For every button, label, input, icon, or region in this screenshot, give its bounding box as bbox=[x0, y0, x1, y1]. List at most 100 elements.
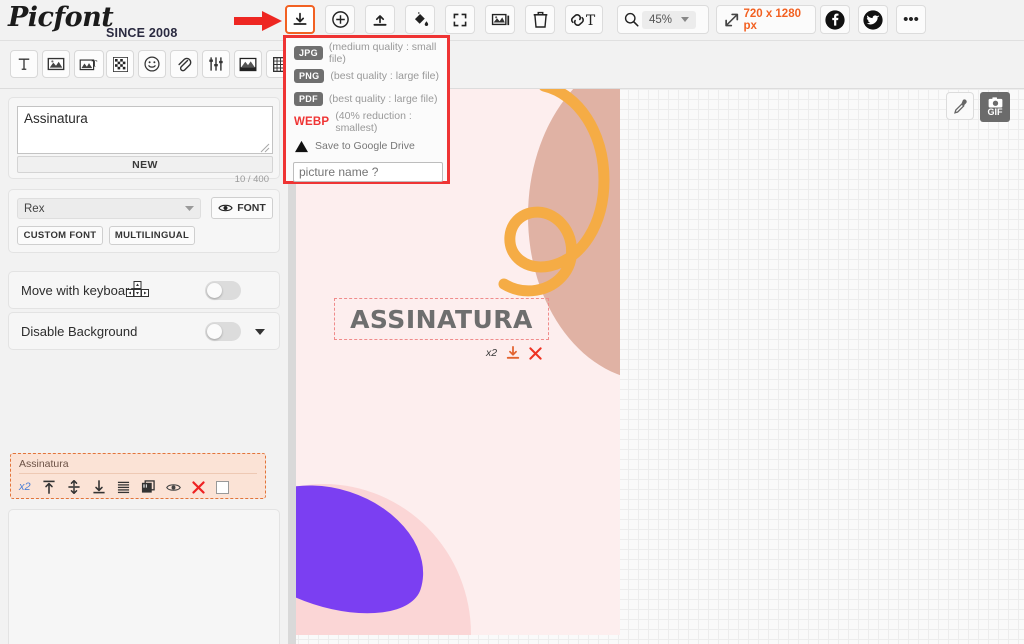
svg-text:T: T bbox=[586, 13, 596, 28]
multilingual-button[interactable]: MULTILINGUAL bbox=[109, 226, 195, 245]
jpg-badge: JPG bbox=[294, 46, 323, 60]
custom-font-button[interactable]: CUSTOM FONT bbox=[17, 226, 103, 245]
visibility-icon[interactable] bbox=[165, 482, 181, 493]
text-element-selection[interactable]: ASSINATURA bbox=[334, 298, 549, 340]
move-with-keyboard-toggle[interactable] bbox=[205, 281, 241, 300]
download-jpg-item[interactable]: JPG (medium quality : small file) bbox=[294, 41, 447, 65]
text-tool[interactable] bbox=[10, 50, 38, 78]
align-middle-icon[interactable] bbox=[67, 480, 81, 494]
download-button[interactable] bbox=[285, 5, 315, 34]
emoji-tool[interactable] bbox=[138, 50, 166, 78]
facebook-icon bbox=[825, 9, 845, 30]
layer-item[interactable]: Assinatura x2 bbox=[10, 453, 266, 499]
gif-capture-button[interactable]: GIF bbox=[980, 92, 1010, 122]
gif-label: GIF bbox=[987, 107, 1003, 117]
picfont-app: Picfont SINCE 2008 T 45% 720 x 1280 px •… bbox=[0, 0, 1024, 644]
align-top-icon[interactable] bbox=[42, 480, 56, 494]
download-webp-item[interactable]: WEBP (40% reduction : smallest) bbox=[294, 110, 447, 134]
link-text-button[interactable]: T bbox=[565, 5, 603, 34]
delete-button[interactable] bbox=[525, 5, 555, 34]
twitter-share-button[interactable] bbox=[858, 5, 888, 34]
font-button-label: FONT bbox=[237, 202, 266, 214]
download-icon bbox=[293, 12, 307, 25]
resize-icon bbox=[725, 13, 739, 26]
duplicate-icon[interactable] bbox=[141, 480, 155, 494]
save-to-google-drive-item[interactable]: Save to Google Drive bbox=[294, 138, 415, 154]
swirl-decoration bbox=[498, 89, 610, 297]
picture-name-input[interactable] bbox=[293, 162, 443, 182]
checkerboard-icon bbox=[112, 56, 128, 72]
arrow-keys-icon bbox=[126, 281, 149, 297]
chevron-down-icon[interactable] bbox=[255, 329, 265, 335]
editing-toolbar: T bbox=[0, 41, 1024, 122]
download-format-menu: JPG (medium quality : small file) PNG (b… bbox=[283, 35, 450, 184]
artwork-text: ASSINATURA bbox=[350, 304, 533, 334]
facebook-share-button[interactable] bbox=[820, 5, 850, 34]
element-download-icon[interactable] bbox=[506, 346, 520, 360]
image-text-icon: T bbox=[79, 58, 98, 71]
image-tool[interactable] bbox=[42, 50, 70, 78]
font-card: Rex FONT CUSTOM FONT MULTILINGUAL bbox=[8, 189, 280, 253]
image-icon bbox=[47, 57, 65, 71]
attach-tool[interactable] bbox=[170, 50, 198, 78]
image-text-tool[interactable]: T bbox=[74, 50, 104, 78]
png-description: (best quality : large file) bbox=[330, 70, 439, 82]
transparency-tool[interactable] bbox=[106, 50, 134, 78]
download-png-item[interactable]: PNG (best quality : large file) bbox=[294, 68, 439, 84]
layer-x2-label[interactable]: x2 bbox=[19, 481, 31, 493]
disable-background-row: Disable Background bbox=[8, 312, 280, 350]
disable-background-label: Disable Background bbox=[21, 324, 138, 339]
add-button[interactable] bbox=[325, 5, 355, 34]
plus-circle-icon bbox=[331, 11, 349, 28]
align-bottom-icon[interactable] bbox=[92, 480, 106, 494]
more-options-button[interactable]: ••• bbox=[896, 5, 926, 34]
layer-title: Assinatura bbox=[19, 458, 69, 470]
toggle-knob bbox=[207, 324, 222, 339]
google-drive-label: Save to Google Drive bbox=[315, 140, 415, 152]
element-x2-label[interactable]: x2 bbox=[486, 347, 497, 359]
filter-tool[interactable] bbox=[234, 50, 262, 78]
upload-button[interactable] bbox=[365, 5, 395, 34]
canvas-size-button[interactable]: 720 x 1280 px bbox=[716, 5, 816, 34]
text-icon bbox=[18, 58, 30, 70]
zoom-control[interactable]: 45% bbox=[617, 5, 709, 34]
jpg-description: (medium quality : small file) bbox=[328, 41, 437, 65]
text-input[interactable] bbox=[17, 106, 273, 154]
top-toolbar: Picfont SINCE 2008 T 45% 720 x 1280 px •… bbox=[0, 0, 1024, 41]
new-button[interactable]: NEW bbox=[17, 156, 273, 173]
fullscreen-button[interactable] bbox=[445, 5, 475, 34]
canvas-right-tools: GIF bbox=[946, 92, 1010, 122]
eyedropper-button[interactable] bbox=[946, 92, 974, 120]
image-button[interactable] bbox=[485, 5, 515, 34]
canvas-size-label: 720 x 1280 px bbox=[743, 7, 801, 32]
download-pdf-item[interactable]: PDF (best quality : large file) bbox=[294, 91, 437, 107]
adjust-tool[interactable] bbox=[202, 50, 230, 78]
image-stack-icon bbox=[491, 13, 509, 26]
upload-icon bbox=[373, 14, 387, 26]
font-select-value: Rex bbox=[24, 202, 45, 215]
layer-divider bbox=[19, 473, 257, 474]
eyedropper-icon bbox=[953, 98, 967, 114]
pointer-arrow-icon bbox=[234, 11, 282, 31]
fill-button[interactable] bbox=[405, 5, 435, 34]
app-tagline: SINCE 2008 bbox=[106, 26, 178, 40]
disable-background-toggle[interactable] bbox=[205, 322, 241, 341]
paperclip-icon bbox=[178, 57, 192, 72]
move-with-keyboard-row: Move with keyboard bbox=[8, 271, 280, 309]
align-justify-icon[interactable] bbox=[117, 481, 130, 494]
delete-icon[interactable] bbox=[191, 480, 205, 494]
select-checkbox[interactable] bbox=[215, 480, 229, 494]
char-counter: 10 / 400 bbox=[234, 174, 269, 185]
app-logo: Picfont bbox=[8, 2, 114, 33]
search-icon bbox=[624, 12, 639, 27]
png-badge: PNG bbox=[294, 69, 325, 83]
zoom-value-chip[interactable]: 45% bbox=[642, 10, 697, 29]
twitter-icon bbox=[863, 9, 883, 30]
move-with-keyboard-label: Move with keyboard bbox=[21, 283, 137, 298]
font-preview-button[interactable]: FONT bbox=[211, 197, 273, 219]
zoom-value: 45% bbox=[649, 13, 673, 26]
text-element-controls: x2 bbox=[486, 345, 542, 361]
google-drive-icon bbox=[295, 140, 308, 152]
element-close-icon[interactable] bbox=[529, 346, 542, 360]
font-select[interactable]: Rex bbox=[17, 198, 201, 219]
